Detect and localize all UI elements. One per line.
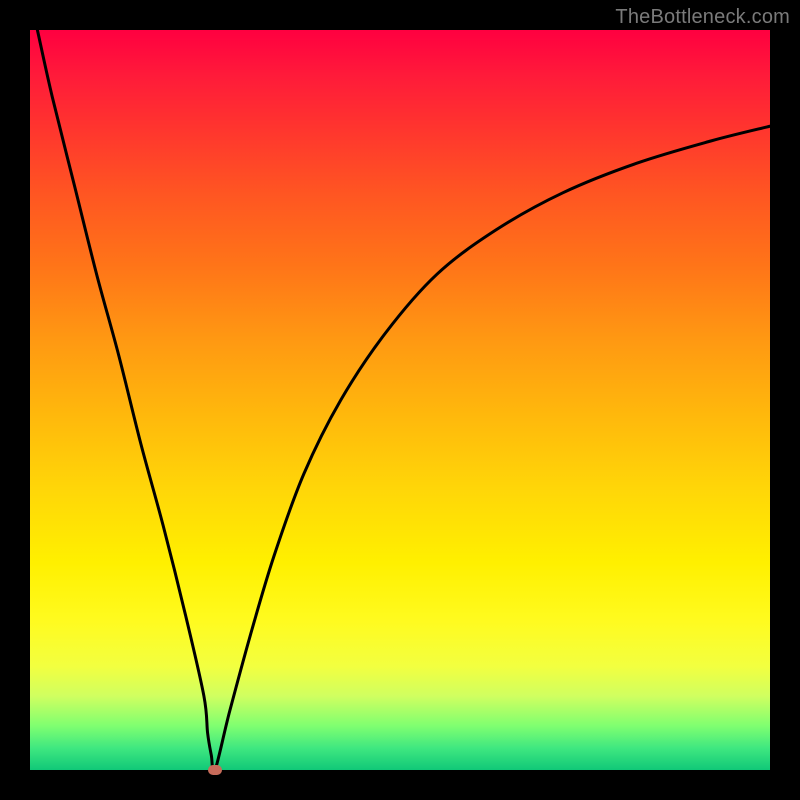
watermark-text: TheBottleneck.com <box>615 6 790 29</box>
chart-plot-area <box>30 30 770 770</box>
bottleneck-curve <box>30 30 770 770</box>
chart-frame: TheBottleneck.com <box>0 0 800 800</box>
minimum-marker <box>208 765 222 775</box>
